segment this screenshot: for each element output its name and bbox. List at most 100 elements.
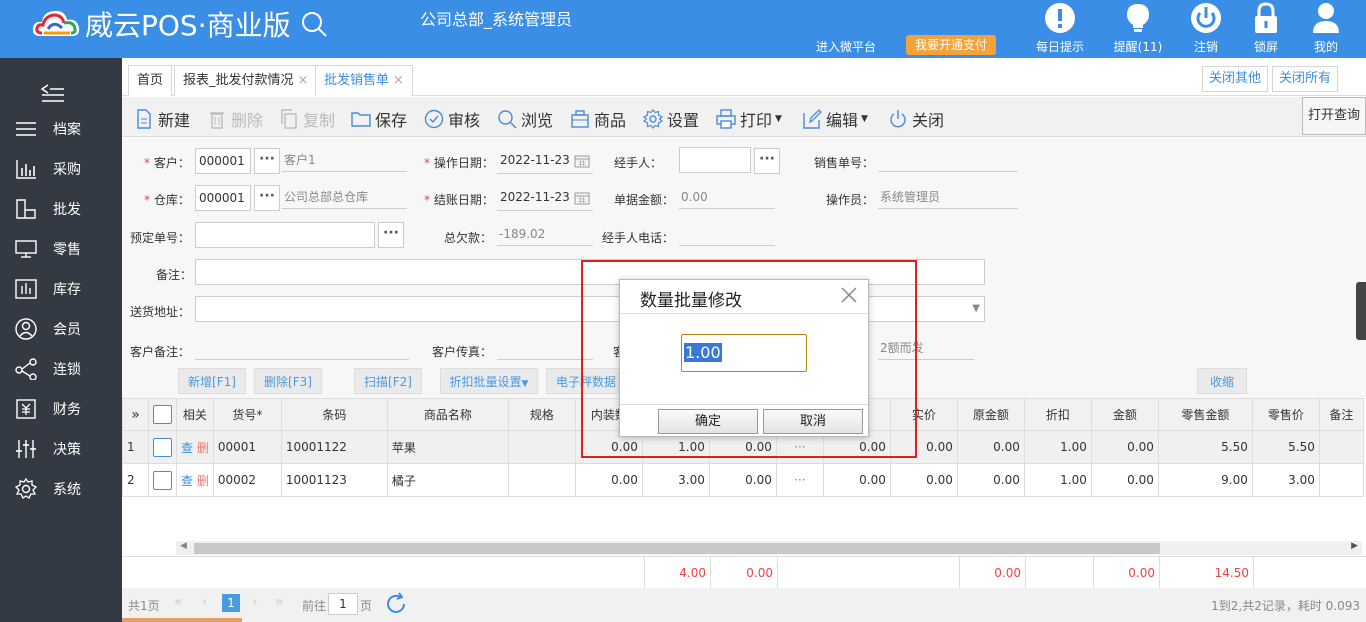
delete-row-button[interactable]: 删除[F3]	[254, 368, 322, 394]
close-button[interactable]: 关闭	[888, 107, 944, 131]
view-link[interactable]: 查	[181, 441, 193, 455]
remark-cell[interactable]	[1318, 463, 1364, 497]
cust-remark-field[interactable]	[195, 336, 409, 360]
table-row[interactable]: 2 查 删 00002 10001123 橘子 0.00 3.00 0.00 ·…	[122, 463, 1364, 497]
name-cell[interactable]: 橘子	[386, 463, 509, 497]
remark-cell[interactable]	[1318, 430, 1364, 464]
edit-button[interactable]: 编辑 ▼	[802, 107, 868, 131]
row-checkbox[interactable]	[148, 463, 177, 497]
sidebar-item-finance[interactable]: 财务	[14, 395, 114, 423]
inner-cell[interactable]: 0.00	[574, 463, 643, 497]
collapse-button[interactable]: 收缩	[1197, 368, 1247, 394]
sidebar-item-retail[interactable]: 零售	[14, 235, 114, 263]
sku-cell[interactable]: 00002	[212, 463, 282, 497]
sidebar-item-wholesale[interactable]: 批发	[14, 195, 114, 223]
close-icon[interactable]: ×	[393, 73, 404, 88]
customer-code-field[interactable]: 000001	[195, 148, 251, 174]
search-icon[interactable]	[299, 9, 329, 39]
warehouse-picker-button[interactable]: ···	[254, 185, 280, 211]
customer-name-field[interactable]: 客户1	[282, 148, 407, 172]
expand-all-icon[interactable]: »	[122, 398, 149, 431]
barcode-cell[interactable]: 10001123	[280, 463, 388, 497]
tab-report-wholesale-payment[interactable]: 报表_批发付款情况 ×	[174, 65, 318, 96]
name-cell[interactable]: 苹果	[386, 430, 509, 464]
cancel-button[interactable]: 取消	[763, 409, 863, 434]
settings-button[interactable]: 设置	[643, 107, 699, 131]
amount-cell[interactable]: 0.00	[1090, 463, 1159, 497]
next-page-icon[interactable]: ›	[252, 594, 258, 610]
lock-screen-button[interactable]: 锁屏	[1240, 2, 1292, 55]
price-cell[interactable]: 0.00	[708, 463, 777, 497]
collapse-menu-icon[interactable]	[40, 82, 66, 104]
side-handle[interactable]	[1356, 282, 1366, 340]
retail-amount-cell[interactable]: 9.00	[1157, 463, 1253, 497]
sidebar-item-stock[interactable]: 库存	[14, 275, 114, 303]
sidebar-item-decision[interactable]: 决策	[14, 435, 114, 463]
cust-fax-field[interactable]	[497, 336, 593, 360]
delete-button[interactable]: 删除	[207, 107, 263, 131]
preorder-field[interactable]	[195, 222, 375, 248]
c1-cell[interactable]: 0.00	[822, 463, 891, 497]
customer-picker-button[interactable]: ···	[254, 148, 280, 174]
scroll-left-icon[interactable]: ◀	[180, 541, 187, 551]
open-payment-button[interactable]: 我要开通支付	[906, 35, 996, 55]
select-all-checkbox[interactable]	[148, 398, 177, 431]
handler-picker-button[interactable]: ···	[754, 148, 780, 174]
mine-button[interactable]: 我的	[1300, 2, 1352, 55]
logout-button[interactable]: 注销	[1180, 2, 1232, 55]
barcode-cell[interactable]: 10001122	[280, 430, 388, 464]
close-icon[interactable]	[840, 286, 858, 304]
copy-button[interactable]: 复制	[279, 107, 335, 131]
scroll-thumb[interactable]	[194, 543, 1160, 554]
browse-button[interactable]: 浏览	[497, 107, 553, 131]
goods-button[interactable]: 商品	[570, 107, 626, 131]
sale-no-field[interactable]	[878, 148, 1018, 172]
tab-home[interactable]: 首页	[128, 65, 173, 96]
goto-page-input[interactable]: 1	[328, 593, 358, 615]
confirm-button[interactable]: 确定	[658, 409, 758, 434]
add-row-button[interactable]: 新增[F1]	[178, 368, 246, 394]
sidebar-item-system[interactable]: 系统	[14, 475, 114, 503]
sidebar-item-chain[interactable]: 连锁	[14, 355, 114, 383]
remind-button[interactable]: 提醒(11)	[1112, 2, 1164, 55]
print-button[interactable]: 打印 ▼	[716, 107, 782, 131]
sidebar-item-member[interactable]: 会员	[14, 315, 114, 343]
retail-amount-cell[interactable]: 5.50	[1157, 430, 1253, 464]
sidebar-item-archive[interactable]: 档案	[14, 115, 114, 143]
spec-cell[interactable]	[507, 430, 576, 464]
amount-cell[interactable]: 0.00	[1090, 430, 1159, 464]
more-cell[interactable]: ···	[775, 463, 824, 497]
row-checkbox[interactable]	[148, 430, 177, 464]
chevron-down-icon[interactable]: ▼	[972, 297, 980, 321]
quantity-input[interactable]: 1.00	[681, 334, 807, 372]
view-link[interactable]: 查	[181, 474, 193, 488]
retail-price-cell[interactable]: 5.50	[1251, 430, 1320, 464]
discount-cell[interactable]: 1.00	[1023, 463, 1092, 497]
scroll-right-icon[interactable]: ▶	[1351, 541, 1358, 551]
tab-wholesale-sales-order[interactable]: 批发销售单 ×	[315, 65, 413, 96]
discount-cell[interactable]: 1.00	[1023, 430, 1092, 464]
handler-phone-field[interactable]	[679, 222, 775, 246]
daily-tips-button[interactable]: 每日提示	[1034, 2, 1086, 55]
retail-price-cell[interactable]: 3.00	[1251, 463, 1320, 497]
sku-cell[interactable]: 00001	[212, 430, 282, 464]
orig-amount-cell[interactable]: 0.00	[956, 430, 1025, 464]
calendar-icon[interactable]	[574, 191, 590, 205]
spec-cell[interactable]	[507, 463, 576, 497]
close-all-button[interactable]: 关闭所有	[1272, 66, 1339, 92]
qty-cell[interactable]: 3.00	[641, 463, 710, 497]
open-query-button[interactable]: 打开查询	[1302, 97, 1366, 135]
handler-field[interactable]	[679, 147, 751, 173]
first-page-icon[interactable]: «	[174, 594, 183, 610]
audit-button[interactable]: 审核	[424, 107, 480, 131]
current-page[interactable]: 1	[222, 594, 240, 612]
delete-link[interactable]: 删	[197, 441, 209, 455]
close-icon[interactable]: ×	[298, 73, 309, 88]
weixin-platform-link[interactable]: 进入微平台	[816, 38, 876, 55]
delete-link[interactable]: 删	[197, 474, 209, 488]
calendar-icon[interactable]	[574, 154, 590, 168]
refresh-icon[interactable]	[384, 592, 408, 616]
warehouse-code-field[interactable]: 000001	[195, 185, 251, 211]
prev-page-icon[interactable]: ‹	[202, 594, 208, 610]
warehouse-name-field[interactable]: 公司总部总仓库	[282, 185, 407, 209]
